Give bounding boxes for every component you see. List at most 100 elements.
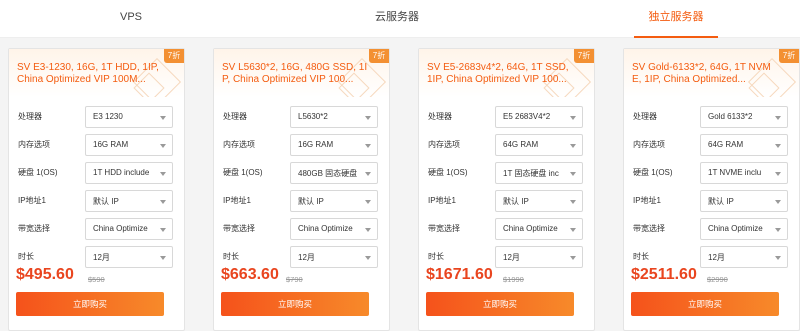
buy-now-button[interactable]: 立即购买 [16,292,164,316]
bandwidth-select[interactable]: China Optimize [290,218,378,240]
duration-select[interactable]: 12月 [700,246,788,268]
memory-select[interactable]: 16G RAM [85,134,173,156]
ip-address-select[interactable]: 默认 IP [700,190,788,212]
buy-now-button[interactable]: 立即购买 [631,292,779,316]
selected-value: 64G RAM [708,140,744,149]
memory-select[interactable]: 16G RAM [290,134,378,156]
processor-label: 处理器 [18,112,42,121]
discount-badge: 7折 [779,49,799,63]
chevron-down-icon [365,144,371,148]
disk-label: 硬盘 1(OS) [633,168,673,177]
option-row-ip-address: IP地址1 默认 IP [419,190,594,212]
selected-value: 12月 [503,253,520,262]
chevron-down-icon [160,172,166,176]
option-row-disk: 硬盘 1(OS) 1T NVME inclu [624,162,799,184]
chevron-down-icon [365,228,371,232]
duration-select[interactable]: 12月 [85,246,173,268]
tab-vps[interactable]: VPS [92,0,170,38]
selected-value: China Optimize [298,224,353,233]
option-row-processor: 处理器 E5 2683V4*2 [419,106,594,128]
server-card: 7折 SV E5-2683v4*2, 64G, 1T SSD, 1IP, Chin… [418,48,595,331]
buy-now-button[interactable]: 立即购买 [221,292,369,316]
duration-label: 时长 [633,252,649,261]
option-row-processor: 处理器 L5630*2 [214,106,389,128]
ip-address-select[interactable]: 默认 IP [85,190,173,212]
bandwidth-label: 带宽选择 [633,224,665,233]
option-row-memory: 内存选项 64G RAM [419,134,594,156]
tab-dedicated-server[interactable]: 独立服务器 [634,0,718,38]
option-row-bandwidth: 带宽选择 China Optimize [624,218,799,240]
processor-select[interactable]: E5 2683V4*2 [495,106,583,128]
option-row-duration: 时长 12月 [419,246,594,268]
selected-value: 12月 [298,253,315,262]
bandwidth-select[interactable]: China Optimize [495,218,583,240]
server-title: SV E5-2683v4*2, 64G, 1T SSD, 1IP, China … [427,62,569,85]
selected-value: China Optimize [708,224,763,233]
disk-select[interactable]: 1T HDD include [85,162,173,184]
chevron-down-icon [775,256,781,260]
disk-label: 硬盘 1(OS) [223,168,263,177]
chevron-down-icon [570,144,576,148]
ip-address-select[interactable]: 默认 IP [290,190,378,212]
disk-select[interactable]: 480GB 固态硬盘 [290,162,378,184]
processor-label: 处理器 [428,112,452,121]
duration-select[interactable]: 12月 [495,246,583,268]
memory-label: 内存选项 [633,140,665,149]
disk-label: 硬盘 1(OS) [428,168,468,177]
selected-value: 默认 IP [708,197,734,206]
duration-label: 时长 [18,252,34,261]
bandwidth-select[interactable]: China Optimize [700,218,788,240]
ip-address-select[interactable]: 默认 IP [495,190,583,212]
server-title: SV L5630*2, 16G, 480G SSD, 1IP, China Op… [222,62,368,85]
option-row-bandwidth: 带宽选择 China Optimize [9,218,184,240]
chevron-down-icon [160,228,166,232]
chevron-down-icon [570,200,576,204]
chevron-down-icon [775,200,781,204]
option-row-disk: 硬盘 1(OS) 480GB 固态硬盘 [214,162,389,184]
memory-select[interactable]: 64G RAM [495,134,583,156]
memory-label: 内存选项 [18,140,50,149]
server-card: 7折 SV E3-1230, 16G, 1T HDD, 1IP, China Op… [8,48,185,331]
chevron-down-icon [160,116,166,120]
duration-label: 时长 [223,252,239,261]
original-price: $2990 [707,275,728,284]
chevron-down-icon [160,256,166,260]
tab-cloud-server[interactable]: 云服务器 [357,0,437,38]
current-price: $495.60 [16,266,74,283]
disk-select[interactable]: 1T 固态硬盘 inc [495,162,583,184]
selected-value: 64G RAM [503,140,539,149]
memory-select[interactable]: 64G RAM [700,134,788,156]
duration-label: 时长 [428,252,444,261]
processor-select[interactable]: L5630*2 [290,106,378,128]
ip-address-label: IP地址1 [428,196,457,205]
current-price: $2511.60 [631,266,697,283]
chevron-down-icon [160,144,166,148]
option-row-memory: 内存选项 64G RAM [624,134,799,156]
option-row-disk: 硬盘 1(OS) 1T HDD include [9,162,184,184]
memory-label: 内存选项 [223,140,255,149]
selected-value: 1T NVME inclu [708,168,762,177]
selected-value: China Optimize [503,224,558,233]
option-row-disk: 硬盘 1(OS) 1T 固态硬盘 inc [419,162,594,184]
duration-select[interactable]: 12月 [290,246,378,268]
selected-value: China Optimize [93,224,148,233]
memory-label: 内存选项 [428,140,460,149]
chevron-down-icon [160,200,166,204]
disk-select[interactable]: 1T NVME inclu [700,162,788,184]
card-header: 7折 SV Gold-6133*2, 64G, 1T NVME, 1IP, Chi… [624,49,799,97]
option-row-processor: 处理器 E3 1230 [9,106,184,128]
option-row-bandwidth: 带宽选择 China Optimize [214,218,389,240]
ip-address-label: IP地址1 [633,196,662,205]
buy-now-button[interactable]: 立即购买 [426,292,574,316]
processor-select[interactable]: E3 1230 [85,106,173,128]
chevron-down-icon [365,200,371,204]
original-price: $590 [88,275,105,284]
bandwidth-select[interactable]: China Optimize [85,218,173,240]
selected-value: 1T 固态硬盘 inc [503,169,559,178]
original-price: $1990 [503,275,524,284]
ip-address-label: IP地址1 [223,196,252,205]
card-header: 7折 SV E5-2683v4*2, 64G, 1T SSD, 1IP, Chin… [419,49,594,97]
chevron-down-icon [775,144,781,148]
selected-value: 12月 [708,253,725,262]
processor-select[interactable]: Gold 6133*2 [700,106,788,128]
